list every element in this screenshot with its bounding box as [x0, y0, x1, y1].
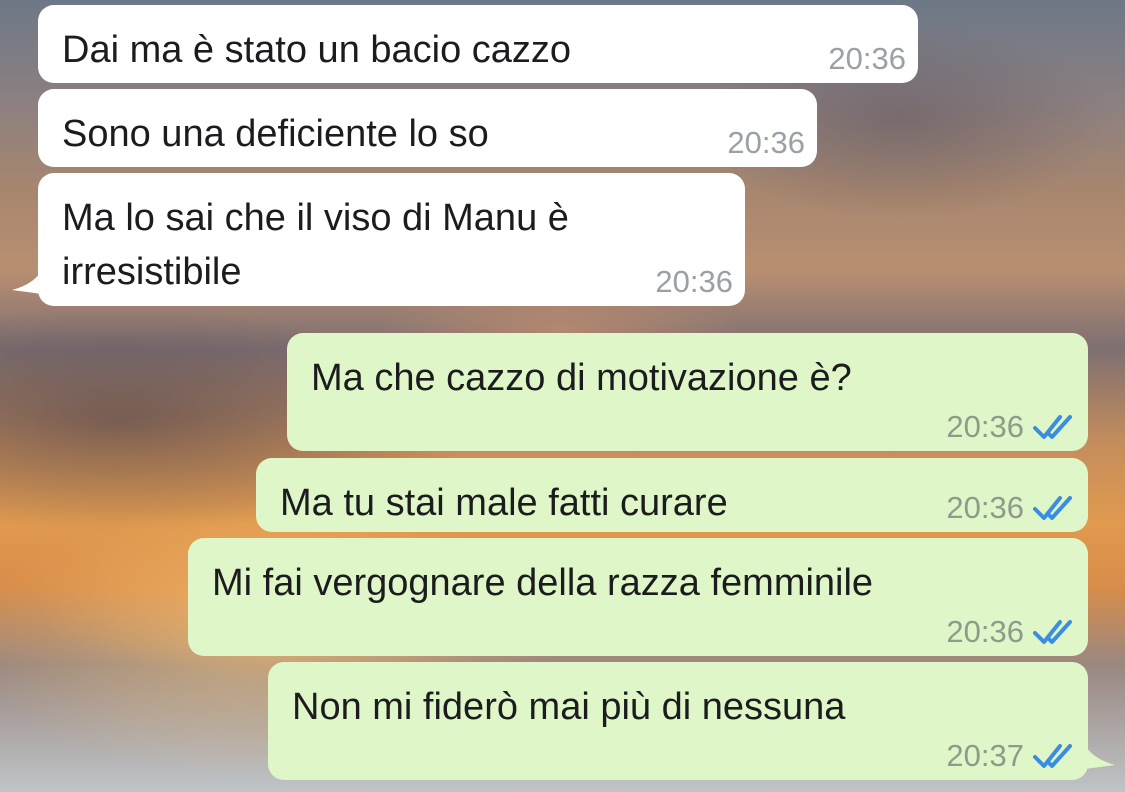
message-list[interactable]: Dai ma è stato un bacio cazzo 20:36 Sono… — [0, 0, 1125, 792]
message-meta: 20:36 — [727, 125, 805, 161]
double-check-icon — [1033, 620, 1072, 644]
outgoing-message[interactable]: Ma tu stai male fatti curare 20:36 — [256, 458, 1088, 532]
message-time: 20:36 — [655, 264, 733, 299]
message-text: Mi fai vergognare della razza femminile — [212, 562, 874, 604]
message-meta: 20:36 — [828, 41, 906, 77]
message-meta: 20:37 — [946, 738, 1076, 774]
outgoing-message[interactable]: Ma che cazzo di motivazione è? 20:36 — [287, 333, 1088, 451]
incoming-bubble-tail — [12, 270, 42, 294]
incoming-message[interactable]: Sono una deficiente lo so 20:36 — [38, 89, 817, 167]
message-time: 20:36 — [828, 41, 906, 76]
message-time: 20:36 — [946, 614, 1024, 649]
message-meta: 20:36 — [946, 490, 1076, 526]
double-check-icon — [1033, 415, 1072, 439]
message-text: Dai ma è stato un bacio cazzo — [62, 29, 572, 71]
message-time: 20:36 — [946, 490, 1024, 525]
double-check-icon — [1033, 744, 1072, 768]
outgoing-bubble-tail — [1085, 745, 1115, 769]
message-meta: 20:36 — [655, 264, 733, 300]
message-meta: 20:36 — [946, 409, 1076, 445]
message-text: Sono una deficiente lo so — [62, 113, 489, 155]
incoming-message[interactable]: Ma lo sai che il viso di Manu è irresist… — [38, 173, 745, 306]
message-time: 20:36 — [727, 125, 805, 160]
message-text: Ma lo sai che il viso di Manu è irresist… — [62, 197, 569, 293]
message-text: Ma che cazzo di motivazione è? — [311, 357, 852, 399]
outgoing-message[interactable]: Mi fai vergognare della razza femminile … — [188, 538, 1088, 656]
outgoing-message[interactable]: Non mi fiderò mai più di nessuna 20:37 — [268, 662, 1088, 780]
incoming-message[interactable]: Dai ma è stato un bacio cazzo 20:36 — [38, 5, 918, 83]
double-check-icon — [1033, 496, 1072, 520]
message-text: Non mi fiderò mai più di nessuna — [292, 686, 846, 728]
message-time: 20:36 — [946, 409, 1024, 444]
message-time: 20:37 — [946, 738, 1024, 773]
message-meta: 20:36 — [946, 614, 1076, 650]
